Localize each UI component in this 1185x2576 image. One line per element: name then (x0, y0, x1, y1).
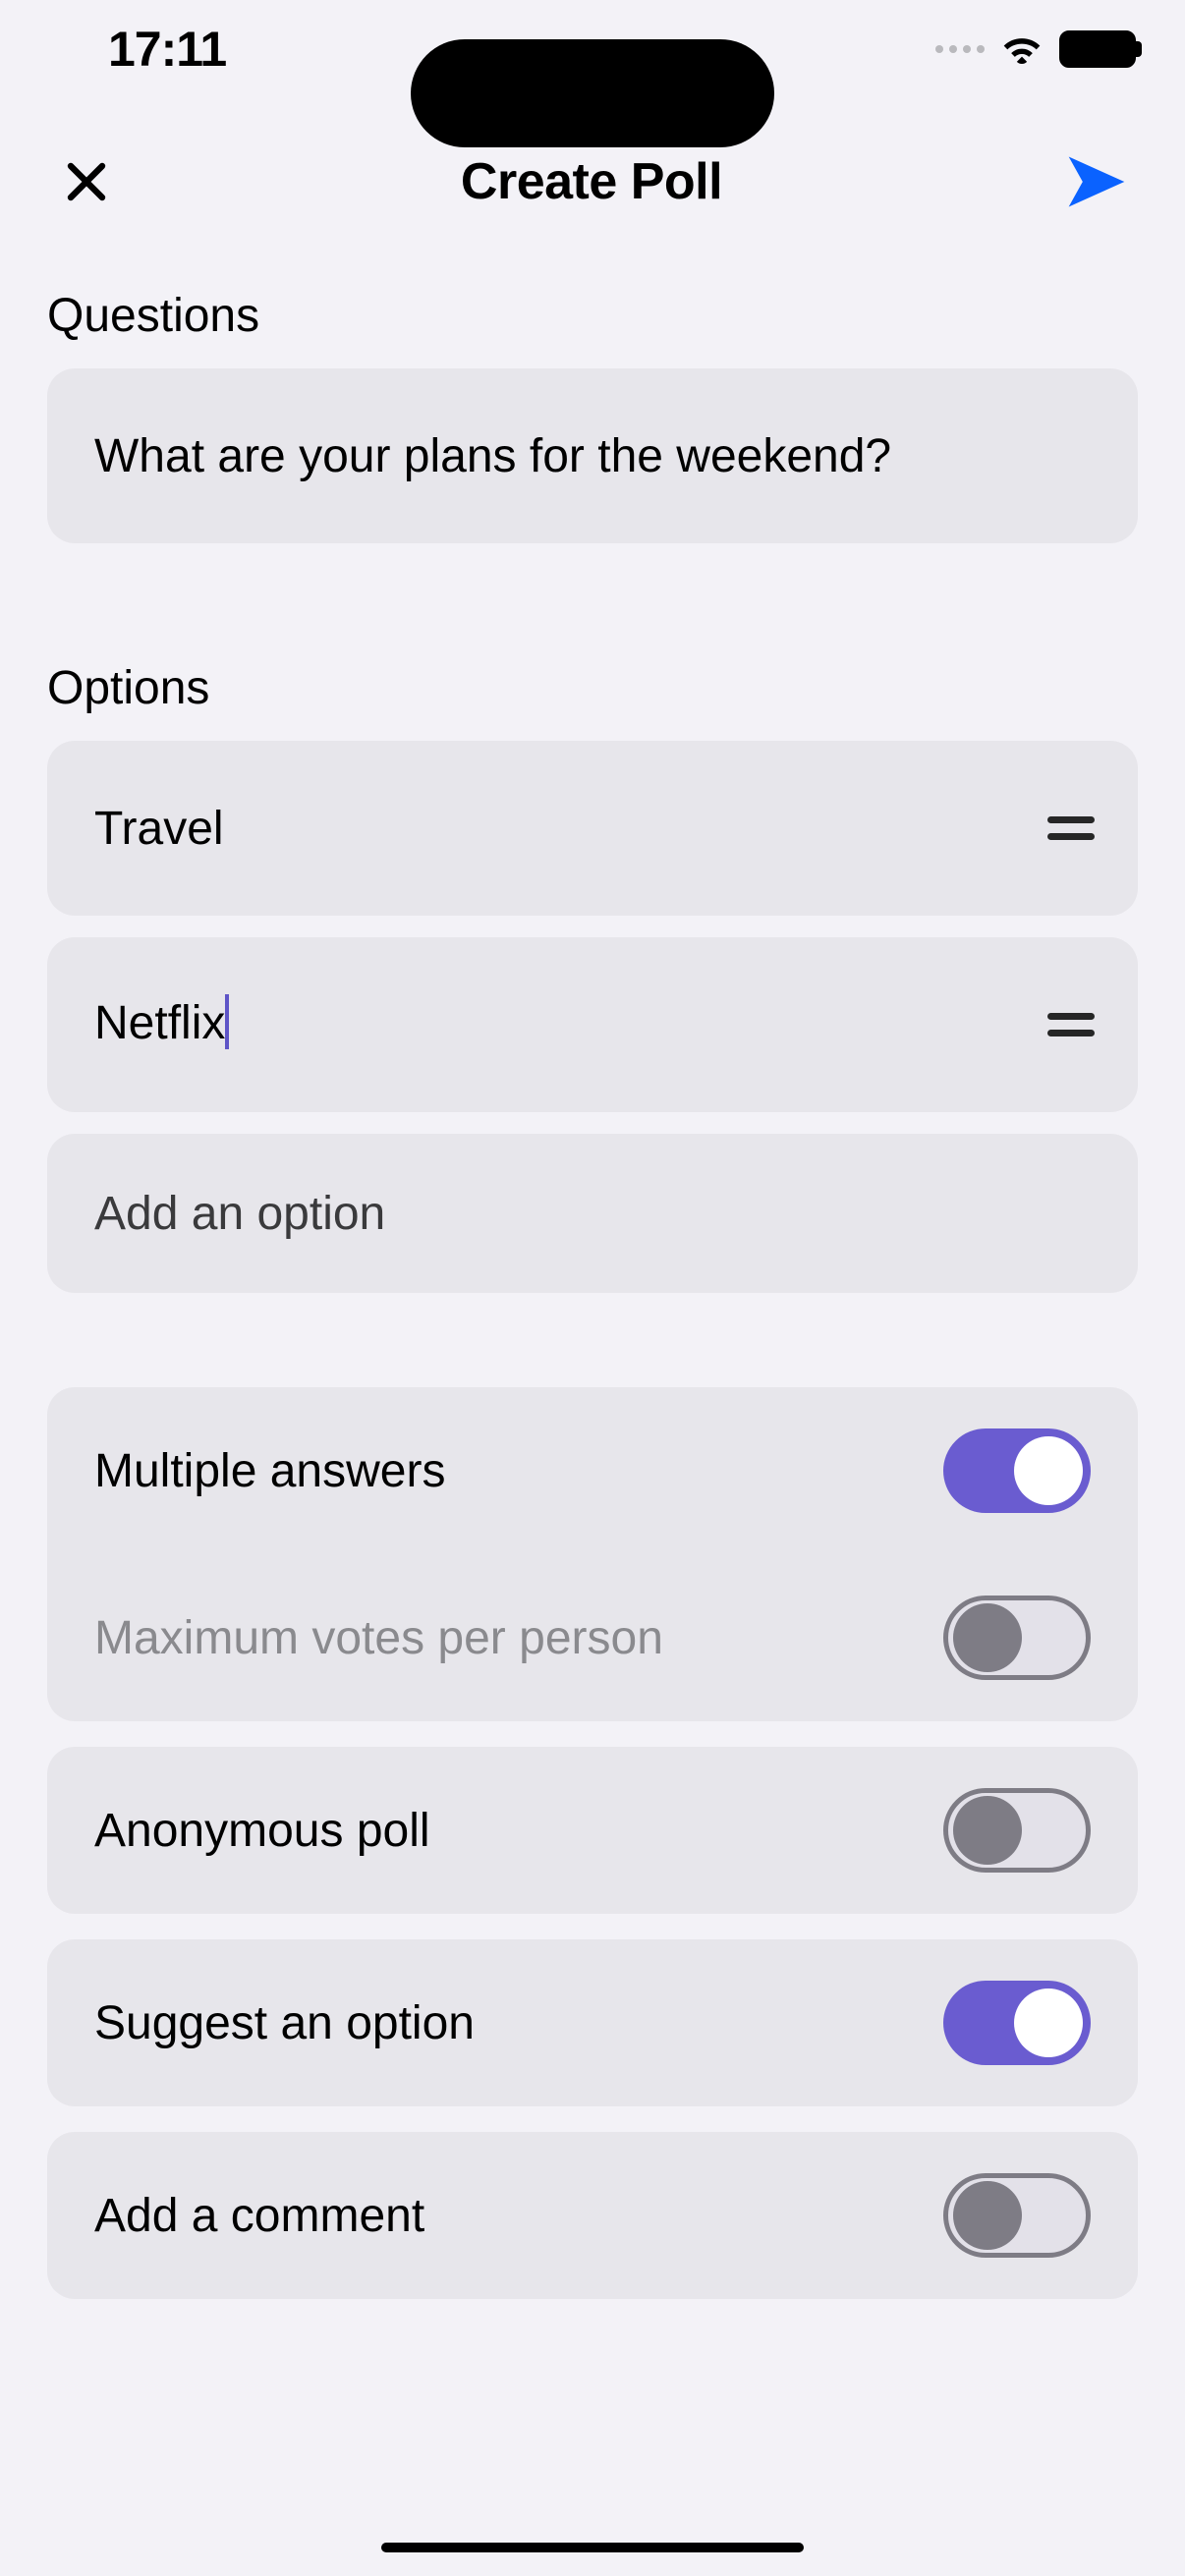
add-option-button[interactable]: Add an option (47, 1134, 1138, 1293)
option-row-1[interactable] (47, 741, 1138, 916)
drag-handle-icon[interactable] (1044, 1013, 1099, 1036)
add-option-label: Add an option (94, 1187, 385, 1241)
send-button[interactable] (1057, 142, 1136, 221)
option-row-2[interactable]: Netflix (47, 937, 1138, 1112)
multiple-answers-toggle[interactable] (943, 1428, 1091, 1513)
options-section-label: Options (47, 661, 1138, 715)
page-title: Create Poll (461, 152, 722, 211)
suggest-label: Suggest an option (94, 1996, 943, 2050)
send-icon (1063, 148, 1130, 215)
home-indicator[interactable] (381, 2543, 804, 2552)
close-button[interactable] (47, 142, 126, 221)
anonymous-toggle[interactable] (943, 1788, 1091, 1873)
dynamic-island (411, 39, 774, 147)
close-icon (63, 158, 110, 205)
comment-toggle[interactable] (943, 2173, 1091, 2258)
status-time: 17:11 (49, 21, 344, 78)
max-votes-label: Maximum votes per person (94, 1611, 943, 1665)
anonymous-label: Anonymous poll (94, 1804, 943, 1858)
battery-icon (1059, 30, 1136, 68)
drag-handle-icon[interactable] (1044, 816, 1099, 840)
comment-label: Add a comment (94, 2189, 943, 2243)
question-field[interactable] (47, 368, 1138, 543)
questions-section-label: Questions (47, 289, 1138, 343)
question-input[interactable] (94, 429, 1091, 483)
max-votes-toggle[interactable] (943, 1596, 1091, 1680)
option-input-2[interactable]: Netflix (94, 996, 1044, 1053)
settings-card-suggest: Suggest an option (47, 1939, 1138, 2106)
settings-card-comment: Add a comment (47, 2132, 1138, 2299)
option-input-1[interactable] (94, 802, 1044, 856)
max-votes-row: Maximum votes per person (47, 1554, 1138, 1721)
status-bar: 17:11 (0, 0, 1185, 98)
settings-card-anonymous: Anonymous poll (47, 1747, 1138, 1914)
suggest-toggle[interactable] (943, 1981, 1091, 2065)
status-indicators (841, 30, 1136, 68)
suggest-row: Suggest an option (47, 1939, 1138, 2106)
settings-card-answers: Multiple answers Maximum votes per perso… (47, 1387, 1138, 1721)
cellular-icon (935, 45, 985, 53)
wifi-icon (1002, 34, 1042, 64)
multiple-answers-row: Multiple answers (47, 1387, 1138, 1554)
text-cursor (225, 994, 229, 1049)
anonymous-row: Anonymous poll (47, 1747, 1138, 1914)
multiple-answers-label: Multiple answers (94, 1444, 943, 1498)
comment-row: Add a comment (47, 2132, 1138, 2299)
